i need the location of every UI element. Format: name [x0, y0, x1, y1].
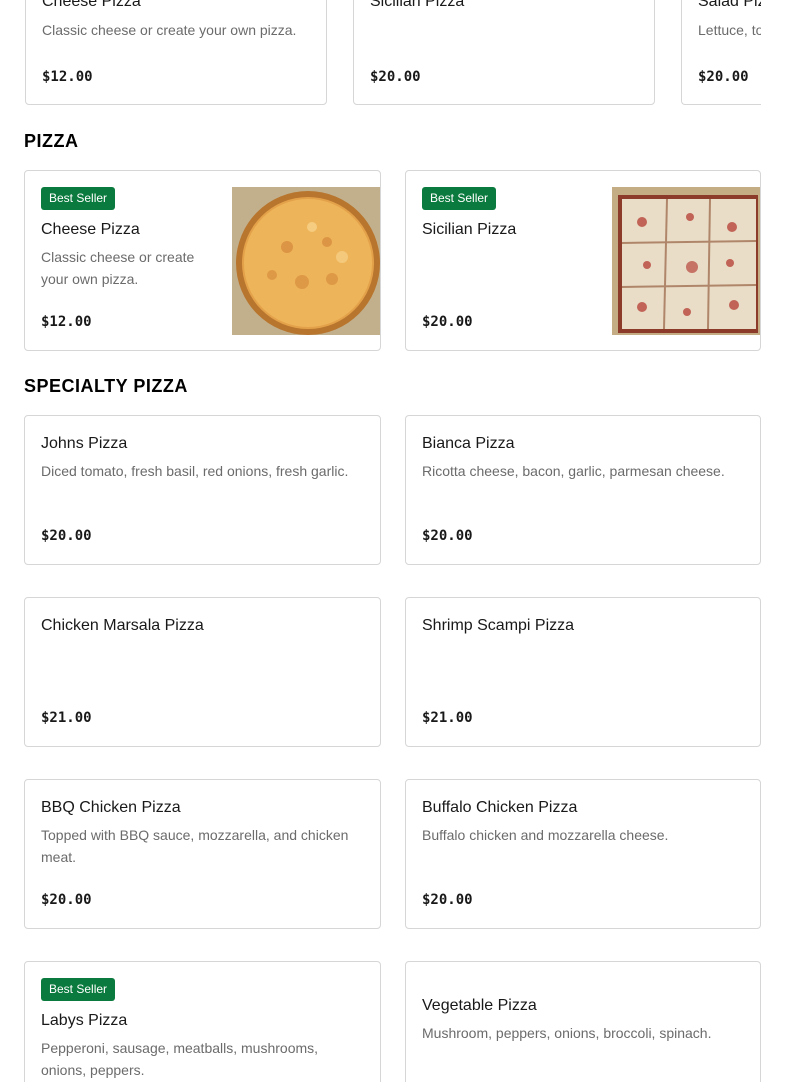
item-description: Classic cheese or create your own pizza. [42, 22, 297, 38]
menu-item-johns-pizza[interactable]: Johns Pizza Diced tomato, fresh basil, r… [24, 415, 381, 565]
cheese-pizza-photo [232, 187, 380, 335]
section-title-specialty-pizza: SPECIALTY PIZZA [24, 376, 188, 396]
item-name: Labys Pizza [41, 1012, 128, 1029]
item-name: BBQ Chicken Pizza [41, 799, 181, 816]
menu-item-chicken-marsala-pizza[interactable]: Chicken Marsala Pizza $21.00 [24, 597, 381, 747]
best-seller-badge: Best Seller [41, 187, 116, 210]
item-price: $20.00 [422, 892, 473, 908]
item-name: Cheese Pizza [42, 0, 141, 10]
item-price: $20.00 [370, 69, 421, 85]
sicilian-pizza-photo [612, 187, 760, 335]
item-name: Bianca Pizza [422, 435, 515, 452]
carousel-card-cheese-pizza[interactable]: Cheese Pizza Classic cheese or create yo… [25, 0, 327, 105]
menu-item-bbq-chicken-pizza[interactable]: BBQ Chicken Pizza Topped with BBQ sauce,… [24, 779, 381, 929]
item-name: Cheese Pizza [41, 221, 140, 238]
item-price: $12.00 [42, 69, 93, 85]
item-description: Ricotta cheese, bacon, garlic, parmesan … [422, 463, 725, 479]
item-description: Buffalo chicken and mozzarella cheese. [422, 827, 669, 843]
item-price: $20.00 [422, 314, 473, 330]
item-price: $20.00 [698, 69, 749, 85]
carousel-card-sicilian-pizza[interactable]: Sicilian Pizza $20.00 [353, 0, 655, 105]
item-name: Sicilian Pizza [370, 0, 465, 10]
item-price: $12.00 [41, 314, 92, 330]
menu-item-bianca-pizza[interactable]: Bianca Pizza Ricotta cheese, bacon, garl… [405, 415, 761, 565]
item-name: Shrimp Scampi Pizza [422, 617, 575, 634]
item-price: $21.00 [41, 710, 92, 726]
menu-item-sicilian-pizza[interactable]: Best Seller Sicilian Pizza $20.00 [405, 170, 761, 351]
item-name: Sicilian Pizza [422, 221, 517, 238]
menu-item-vegetable-pizza[interactable]: Vegetable Pizza Mushroom, peppers, onion… [405, 961, 761, 1082]
best-seller-badge: Best Seller [422, 187, 497, 210]
item-price: $20.00 [422, 528, 473, 544]
menu-item-buffalo-chicken-pizza[interactable]: Buffalo Chicken Pizza Buffalo chicken an… [405, 779, 761, 929]
item-description: Mushroom, peppers, onions, broccoli, spi… [422, 1025, 712, 1041]
item-description: Topped with BBQ sauce, mozzarella, and c… [41, 827, 349, 865]
item-name: Johns Pizza [41, 435, 128, 452]
item-name: Chicken Marsala Pizza [41, 617, 204, 634]
item-description: Diced tomato, fresh basil, red onions, f… [41, 463, 349, 479]
item-price: $20.00 [41, 528, 92, 544]
menu-item-labys-pizza[interactable]: Best Seller Labys Pizza Pepperoni, sausa… [24, 961, 381, 1082]
item-name: Vegetable Pizza [422, 997, 537, 1014]
item-description: Lettuce, to [698, 22, 761, 38]
menu-item-shrimp-scampi-pizza[interactable]: Shrimp Scampi Pizza $21.00 [405, 597, 761, 747]
item-description: Classic cheese or create your own pizza. [41, 249, 195, 287]
section-title-pizza: PIZZA [24, 131, 79, 151]
item-description: Pepperoni, sausage, meatballs, mushrooms… [41, 1040, 319, 1078]
carousel-card-salad-pizza[interactable]: Salad Pizza Lettuce, to $20.00 [681, 0, 761, 105]
item-price: $21.00 [422, 710, 473, 726]
best-seller-badge: Best Seller [41, 978, 116, 1001]
item-price: $20.00 [41, 892, 92, 908]
item-name: Buffalo Chicken Pizza [422, 799, 578, 816]
menu-item-cheese-pizza[interactable]: Best Seller Cheese Pizza Classic cheese … [24, 170, 381, 351]
item-name: Salad Pizza [698, 0, 761, 10]
